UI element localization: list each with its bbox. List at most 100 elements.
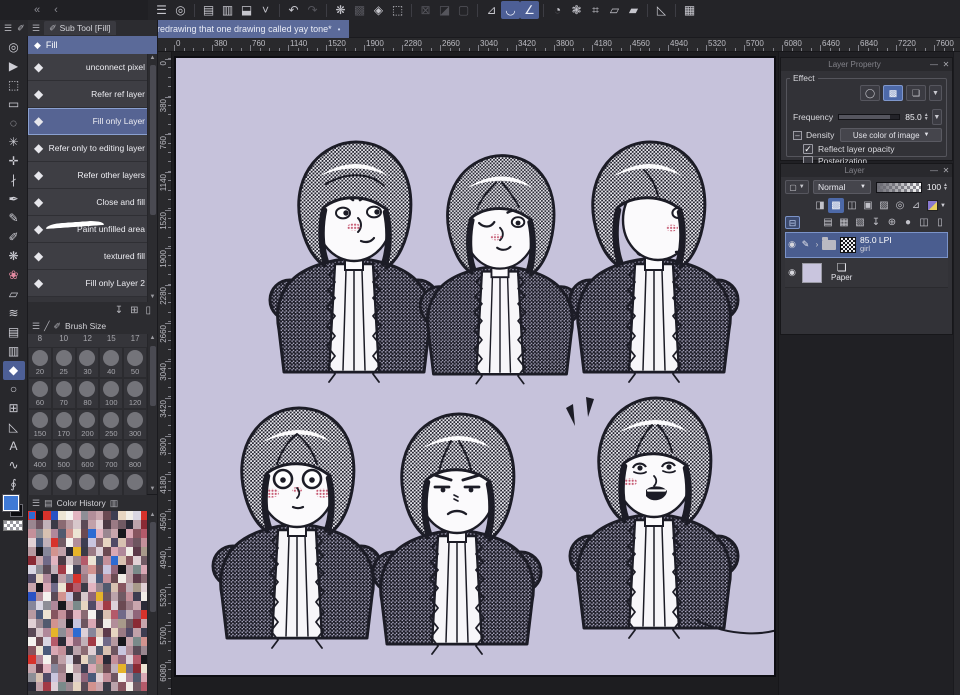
- color-swatch[interactable]: [103, 664, 111, 673]
- color-swatch[interactable]: [95, 538, 103, 547]
- color-swatch[interactable]: [88, 664, 96, 673]
- color-swatch[interactable]: [110, 637, 118, 646]
- color-swatch[interactable]: [118, 601, 126, 610]
- color-swatch[interactable]: [35, 646, 43, 655]
- color-swatch[interactable]: [125, 628, 133, 637]
- ruler-range-icon[interactable]: ⊿: [908, 198, 924, 213]
- color-swatch[interactable]: [50, 664, 58, 673]
- opacity-value[interactable]: 100: [927, 182, 941, 192]
- color-swatch[interactable]: [73, 664, 81, 673]
- color-swatch[interactable]: [73, 520, 81, 529]
- color-swatch[interactable]: [88, 619, 96, 628]
- color-swatch[interactable]: [88, 547, 96, 556]
- color-swatch[interactable]: [110, 664, 118, 673]
- brush-size-150[interactable]: 150: [28, 409, 52, 440]
- color-swatch[interactable]: [133, 538, 141, 547]
- color-swatch[interactable]: [43, 628, 51, 637]
- gear-tools-icon[interactable]: ❃: [567, 1, 586, 19]
- color-swatch[interactable]: [118, 529, 126, 538]
- color-swatch[interactable]: [65, 592, 73, 601]
- merge-down-icon[interactable]: ⊕: [884, 215, 900, 230]
- snap-grid-icon[interactable]: ∠: [520, 1, 539, 19]
- color-swatch[interactable]: [58, 565, 66, 574]
- lock-layer-icon[interactable]: ▣: [860, 198, 876, 213]
- color-swatch[interactable]: [43, 601, 51, 610]
- color-swatch[interactable]: [103, 556, 111, 565]
- color-swatch[interactable]: [43, 547, 51, 556]
- color-swatch[interactable]: [110, 655, 118, 664]
- color-swatch[interactable]: [35, 538, 43, 547]
- color-swatch[interactable]: [35, 610, 43, 619]
- color-swatch[interactable]: [80, 601, 88, 610]
- color-swatch[interactable]: [95, 673, 103, 682]
- color-swatch[interactable]: [80, 520, 88, 529]
- color-swatch[interactable]: [118, 655, 126, 664]
- color-swatch[interactable]: [35, 655, 43, 664]
- main-menu-icon[interactable]: ☰: [152, 1, 171, 19]
- color-swatch[interactable]: [43, 520, 51, 529]
- zoom-tool[interactable]: ◎: [3, 38, 25, 57]
- brush-size-scrollbar[interactable]: ▲ ▼: [147, 334, 157, 494]
- color-swatch[interactable]: [125, 574, 133, 583]
- blend-mode-select[interactable]: Normal ▼: [812, 180, 871, 194]
- save-options-chevron[interactable]: ˅: [256, 1, 275, 19]
- subtool-item-2[interactable]: ◆ Fill only Layer: [28, 108, 157, 135]
- color-swatch[interactable]: [95, 556, 103, 565]
- color-swatch[interactable]: [28, 619, 36, 628]
- color-swatch[interactable]: [50, 556, 58, 565]
- subtool-item-0[interactable]: ◆ unconnect pixel: [28, 54, 157, 81]
- brush-size-70[interactable]: 70: [51, 378, 76, 409]
- color-swatch[interactable]: [80, 673, 88, 682]
- transfer-down-icon[interactable]: ↧: [868, 215, 884, 230]
- foreground-color-swatch[interactable]: [2, 494, 20, 512]
- fill-tool[interactable]: ◆: [2, 361, 25, 380]
- color-swatch[interactable]: [43, 565, 51, 574]
- brush-size-cell[interactable]: [75, 471, 100, 495]
- mesh-transform-icon[interactable]: ⌗: [586, 1, 605, 19]
- color-swatch[interactable]: [28, 565, 36, 574]
- color-swatch[interactable]: [80, 538, 88, 547]
- frequency-chevron[interactable]: ▼: [931, 109, 942, 125]
- color-swatch[interactable]: [43, 619, 51, 628]
- color-swatch[interactable]: [35, 565, 43, 574]
- color-swatch[interactable]: [43, 655, 51, 664]
- color-swatch[interactable]: [58, 646, 66, 655]
- color-swatch[interactable]: [65, 610, 73, 619]
- brush-panel-menu-icon[interactable]: ☰: [32, 321, 40, 332]
- lasso-tool[interactable]: ◌: [3, 114, 25, 133]
- distort-icon[interactable]: ▰: [624, 1, 643, 19]
- color-swatch[interactable]: [110, 511, 118, 520]
- brush-size-label[interactable]: 17: [123, 334, 147, 347]
- color-swatch[interactable]: [103, 538, 111, 547]
- color-swatch[interactable]: [88, 646, 96, 655]
- fill-selection-icon[interactable]: ▢: [454, 1, 473, 19]
- color-swatch[interactable]: [43, 511, 51, 520]
- color-swatch[interactable]: [65, 619, 73, 628]
- color-swatch[interactable]: [73, 601, 81, 610]
- brush-size-80[interactable]: 80: [75, 378, 100, 409]
- color-swatch[interactable]: [58, 547, 66, 556]
- close-icon[interactable]: ✕: [940, 60, 952, 69]
- color-swatch[interactable]: [73, 646, 81, 655]
- color-swatch[interactable]: [73, 538, 81, 547]
- color-swatch[interactable]: [80, 574, 88, 583]
- color-swatch[interactable]: [58, 556, 66, 565]
- color-swatch[interactable]: [73, 682, 81, 691]
- color-swatch[interactable]: [103, 547, 111, 556]
- object-tool[interactable]: ▶: [3, 57, 25, 76]
- color-swatch[interactable]: [50, 583, 58, 592]
- invert-selection-icon[interactable]: ◈: [369, 1, 388, 19]
- ruler-tool[interactable]: ◺: [3, 418, 25, 437]
- text-tool[interactable]: A: [3, 437, 25, 456]
- color-swatch[interactable]: [80, 547, 88, 556]
- subtool-item-5[interactable]: ◆ Close and fill: [28, 189, 157, 216]
- color-swatch[interactable]: [65, 673, 73, 682]
- rotate-canvas-icon[interactable]: ◔: [548, 1, 567, 19]
- subtool-item-7[interactable]: ◆ textured fill: [28, 243, 157, 270]
- frame-tool[interactable]: ▭: [3, 95, 25, 114]
- color-swatch[interactable]: [35, 574, 43, 583]
- color-swatch[interactable]: [95, 574, 103, 583]
- color-swatch[interactable]: [103, 673, 111, 682]
- color-swatch[interactable]: [125, 511, 133, 520]
- color-swatch[interactable]: [35, 529, 43, 538]
